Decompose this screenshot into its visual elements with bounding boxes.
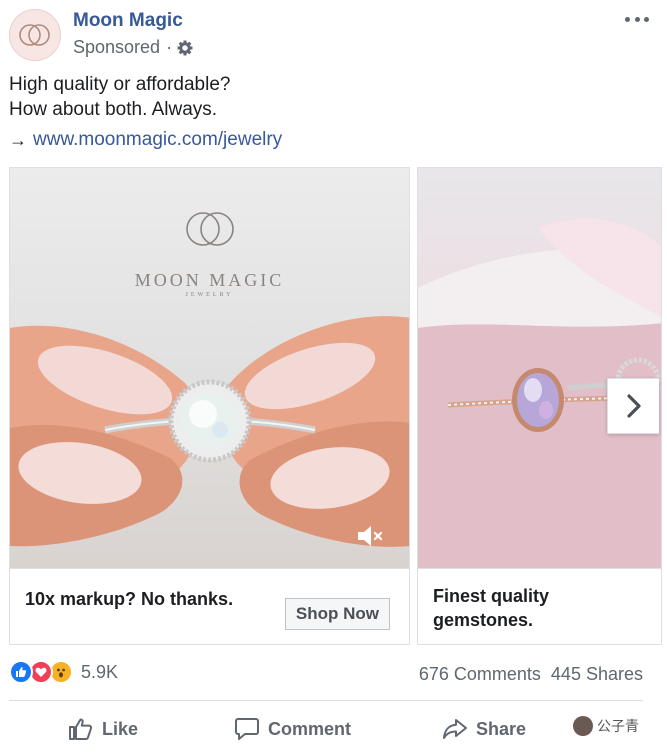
card-1-image[interactable]: MOON MAGIC JEWELRY <box>10 168 409 568</box>
post-link[interactable]: → www.moonmagic.com/jewelry <box>9 129 282 151</box>
comment-bubble-icon <box>235 718 259 740</box>
chevron-right-icon <box>626 394 641 418</box>
ring-hands-illustration <box>10 316 409 547</box>
watermark-text: 公子青 <box>597 718 639 734</box>
like-label: Like <box>102 718 139 739</box>
like-reaction-icon <box>9 660 33 684</box>
page-avatar[interactable] <box>9 9 61 61</box>
comments-count[interactable]: 676 Comments <box>419 664 541 685</box>
carousel-card-1[interactable]: MOON MAGIC JEWELRY 10x markup? No thanks… <box>9 167 410 645</box>
share-button[interactable]: Share <box>442 713 526 745</box>
link-url[interactable]: www.moonmagic.com/jewelry <box>33 129 282 151</box>
comment-label: Comment <box>268 718 352 739</box>
moon-magic-logo-icon <box>19 24 50 46</box>
post-message: High quality or affordable? How about bo… <box>9 72 230 122</box>
gear-icon[interactable] <box>177 40 193 56</box>
ring-petals-illustration <box>418 218 661 568</box>
like-button[interactable]: Like <box>68 713 138 745</box>
page-name[interactable]: Moon Magic <box>73 10 183 32</box>
card-2-image[interactable] <box>418 168 661 568</box>
card-2-footer: Finest quality gemstones. <box>418 568 661 644</box>
card-1-headline[interactable]: 10x markup? No thanks. <box>25 587 233 611</box>
sponsored-text[interactable]: Sponsored <box>73 37 160 58</box>
divider <box>9 700 643 701</box>
more-options-icon[interactable] <box>625 14 649 24</box>
watermark: 公子青 <box>573 716 639 736</box>
comment-button[interactable]: Comment <box>234 713 351 745</box>
shares-count[interactable]: 445 Shares <box>551 664 643 685</box>
mute-icon[interactable] <box>355 522 383 555</box>
post-line-2: How about both. Always. <box>9 99 218 120</box>
shop-now-button[interactable]: Shop Now <box>284 598 390 630</box>
reaction-count[interactable]: 5.9K <box>81 662 118 683</box>
post-line-1: High quality or affordable? <box>9 74 231 95</box>
facebook-ad-post: Moon Magic Sponsored · High quality or a… <box>0 0 667 753</box>
arrow-right-icon: → <box>9 129 27 150</box>
share-label: Share <box>476 718 527 739</box>
engagement-counts: 676 Comments 445 Shares <box>419 664 643 685</box>
sponsored-label: Sponsored · <box>73 37 193 58</box>
thumbs-up-icon <box>69 718 93 740</box>
share-arrow-icon <box>443 719 467 739</box>
card-2-headline[interactable]: Finest quality gemstones. <box>433 584 633 632</box>
reactions-summary[interactable]: 5.9K <box>9 660 118 684</box>
carousel-next-button[interactable] <box>607 378 659 434</box>
card-1-footer: 10x markup? No thanks. Shop Now <box>10 568 409 644</box>
watermark-avatar <box>573 716 593 736</box>
separator-dot: · <box>166 37 173 57</box>
